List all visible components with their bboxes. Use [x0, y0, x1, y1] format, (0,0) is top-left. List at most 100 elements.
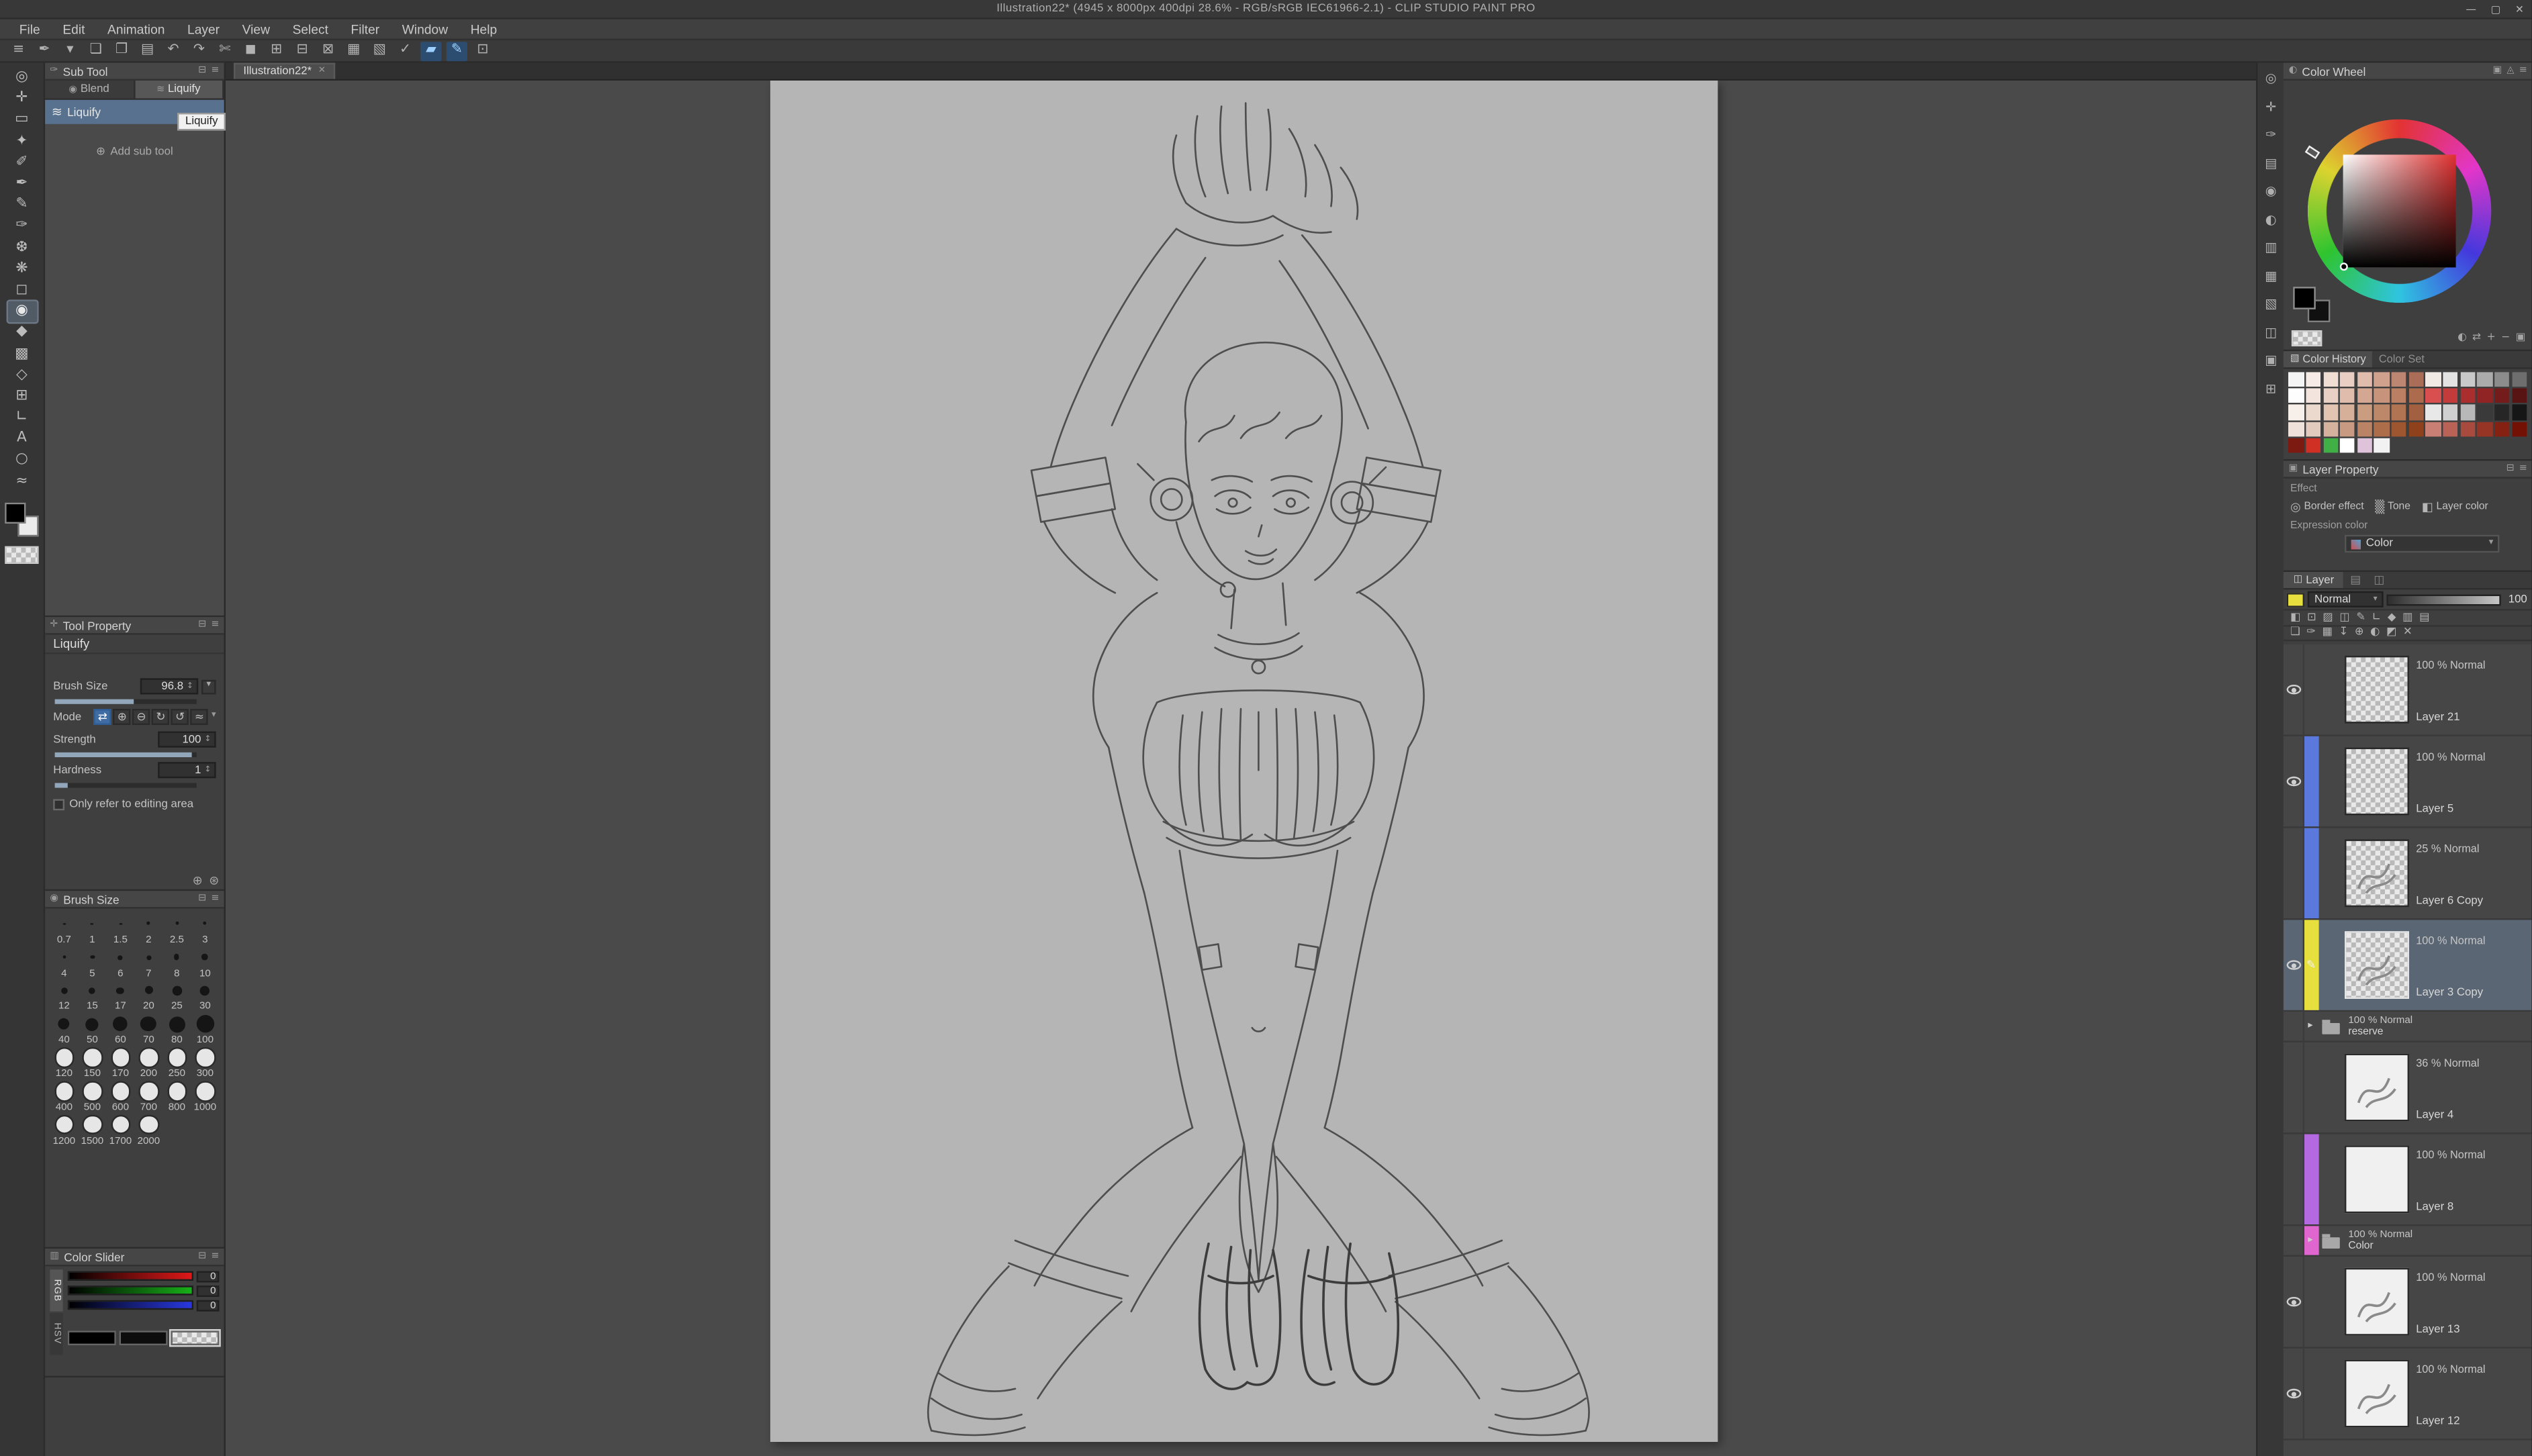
menu-item[interactable]: File — [8, 21, 52, 36]
collapse-panel-icon[interactable]: ⊟ — [198, 620, 206, 630]
layer-thumbnail[interactable] — [2345, 1145, 2410, 1213]
menu-item[interactable]: Help — [459, 21, 508, 36]
select-vector[interactable]: ✓ — [395, 41, 416, 60]
color-slider-toggle[interactable]: ▥ — [2261, 238, 2281, 258]
visibility-cell[interactable] — [2284, 644, 2304, 734]
tab-color-set[interactable]: Color Set — [2372, 351, 2431, 367]
brush-size-preset[interactable]: 12 — [50, 979, 78, 1012]
history-swatch[interactable] — [2306, 389, 2320, 403]
tone-effect[interactable]: ▒ Tone — [2375, 501, 2410, 513]
clip-to-layer-below[interactable]: ◧ — [2290, 612, 2300, 623]
history-swatch[interactable] — [2357, 405, 2372, 420]
history-swatch[interactable] — [2512, 389, 2527, 403]
slider-value[interactable]: 0 — [197, 1300, 220, 1311]
brush-size-preset[interactable]: 60 — [106, 1012, 134, 1046]
lock-ruler[interactable]: ∟ — [2372, 612, 2382, 623]
history-swatch[interactable] — [2392, 405, 2406, 420]
history-swatch[interactable] — [2392, 422, 2406, 436]
visibility-cell[interactable] — [2284, 1226, 2304, 1255]
slider-value[interactable]: 0 — [197, 1270, 220, 1281]
tool-property-toggle[interactable]: ▤ — [2261, 154, 2281, 173]
save-file[interactable]: ▤ — [137, 41, 158, 60]
cs-main-color[interactable] — [68, 1330, 116, 1345]
history-swatch[interactable] — [2460, 405, 2475, 420]
snap-to-ruler[interactable]: ⊟ — [291, 41, 312, 60]
layer-row[interactable]: ✎ ▸ 100 % Normal Layer 13 — [2284, 1257, 2532, 1349]
mode-dropdown-icon[interactable]: ▾ — [212, 712, 216, 721]
menu-item[interactable]: Select — [281, 21, 340, 36]
deselect[interactable]: ✄ — [214, 41, 235, 60]
blend-mode-select[interactable]: Normal ▾ — [2308, 591, 2384, 608]
strength-slider[interactable] — [55, 753, 197, 757]
transparent-color-swatch[interactable] — [7, 547, 38, 562]
visibility-cell[interactable] — [2284, 828, 2304, 918]
history-swatch[interactable] — [2306, 372, 2320, 387]
canvas-viewport[interactable] — [226, 81, 2257, 1456]
brush-size-preset[interactable]: 700 — [134, 1079, 162, 1113]
history-swatch[interactable] — [2460, 372, 2475, 387]
folder-expander-icon[interactable]: ▸ — [2308, 1236, 2312, 1245]
brush-size-preset[interactable]: 2 — [134, 912, 162, 945]
history-swatch[interactable] — [2374, 389, 2389, 403]
history-swatch[interactable] — [2289, 422, 2304, 436]
history-swatch[interactable] — [2289, 405, 2304, 420]
saturation-value-square[interactable] — [2343, 154, 2456, 267]
brush-size-preset[interactable]: 5 — [78, 945, 106, 979]
tool-pen[interactable]: ✒ — [7, 174, 36, 195]
history-swatch[interactable] — [2494, 372, 2509, 387]
collapse-panel-icon[interactable]: ⊟ — [198, 66, 206, 75]
cs-transparent-color[interactable] — [171, 1330, 219, 1345]
brush-size-preset[interactable]: 400 — [50, 1079, 78, 1113]
main-menu[interactable]: ≡ — [8, 41, 29, 60]
history-swatch[interactable] — [2460, 422, 2475, 436]
panel-menu-icon[interactable]: ≡ — [211, 1252, 219, 1261]
brush-size-preset[interactable]: 600 — [106, 1079, 134, 1113]
history-swatch[interactable] — [2512, 372, 2527, 387]
layer-thumbnail[interactable] — [2345, 748, 2410, 816]
tool-ruler[interactable]: ∟ — [7, 407, 36, 429]
brush-size-preset[interactable]: 4 — [50, 945, 78, 979]
slider-track[interactable] — [68, 1271, 193, 1281]
undo[interactable]: ↶ — [162, 41, 183, 60]
symmetry[interactable]: ▧ — [369, 41, 390, 60]
open-file[interactable]: ❐ — [111, 41, 132, 60]
tool-line-correction[interactable]: ≈ — [7, 471, 36, 493]
fill-selection[interactable]: ◼ — [240, 41, 261, 60]
canvas-page[interactable] — [770, 81, 1718, 1442]
history-swatch[interactable] — [2323, 405, 2338, 420]
mode-stir[interactable]: ≈ — [191, 709, 208, 725]
tab-layer[interactable]: ◫ Layer — [2284, 572, 2343, 588]
expression-color-select[interactable]: Color ▾ — [2345, 535, 2500, 552]
history-swatch[interactable] — [2478, 422, 2492, 436]
brush-size-preset[interactable]: 20 — [134, 979, 162, 1012]
tool-balloon[interactable]: ○ — [7, 450, 36, 472]
layer-thumbnail[interactable] — [2345, 1054, 2410, 1122]
mode-twirl-clockwise[interactable]: ↻ — [152, 709, 169, 725]
history-swatch[interactable] — [2357, 372, 2372, 387]
delete-layer[interactable]: ✕ — [2403, 627, 2412, 638]
history-swatch[interactable] — [2306, 422, 2320, 436]
layer-color-effect[interactable]: ◧ Layer color — [2422, 501, 2488, 513]
lock-layer[interactable]: ⊡ — [2307, 612, 2316, 623]
new-vector-layer[interactable]: ✑ — [2306, 627, 2316, 638]
brush-size-preset[interactable]: 800 — [162, 1079, 191, 1113]
mode-twirl-counterclockwise[interactable]: ↺ — [171, 709, 189, 725]
history-swatch[interactable] — [2408, 389, 2423, 403]
brush-size-preset[interactable]: 6 — [106, 945, 134, 979]
panel-menu-icon[interactable]: ≡ — [211, 620, 219, 630]
brush-size-preset[interactable]: 15 — [78, 979, 106, 1012]
brush-size-preset-button[interactable]: ▾ — [201, 679, 216, 694]
maximize-button[interactable]: ▢ — [2491, 5, 2501, 15]
brush-size-preset[interactable]: 40 — [50, 1012, 78, 1046]
document-tab[interactable]: Illustration22* ✕ — [234, 63, 335, 79]
brightness-up[interactable]: + — [2487, 332, 2496, 342]
tab-rgb[interactable]: RGB — [50, 1269, 62, 1311]
history-swatch[interactable] — [2374, 438, 2389, 452]
history-swatch[interactable] — [2494, 405, 2509, 420]
layer-row[interactable]: ✎ ▸ 36 % Normal Layer 4 — [2284, 1042, 2532, 1134]
tab-hsv[interactable]: HSV — [50, 1313, 62, 1355]
visibility-cell[interactable] — [2284, 736, 2304, 826]
eye-icon[interactable] — [2287, 1389, 2302, 1398]
history-swatch[interactable] — [2289, 372, 2304, 387]
current-tool[interactable]: ✒ — [34, 41, 54, 60]
